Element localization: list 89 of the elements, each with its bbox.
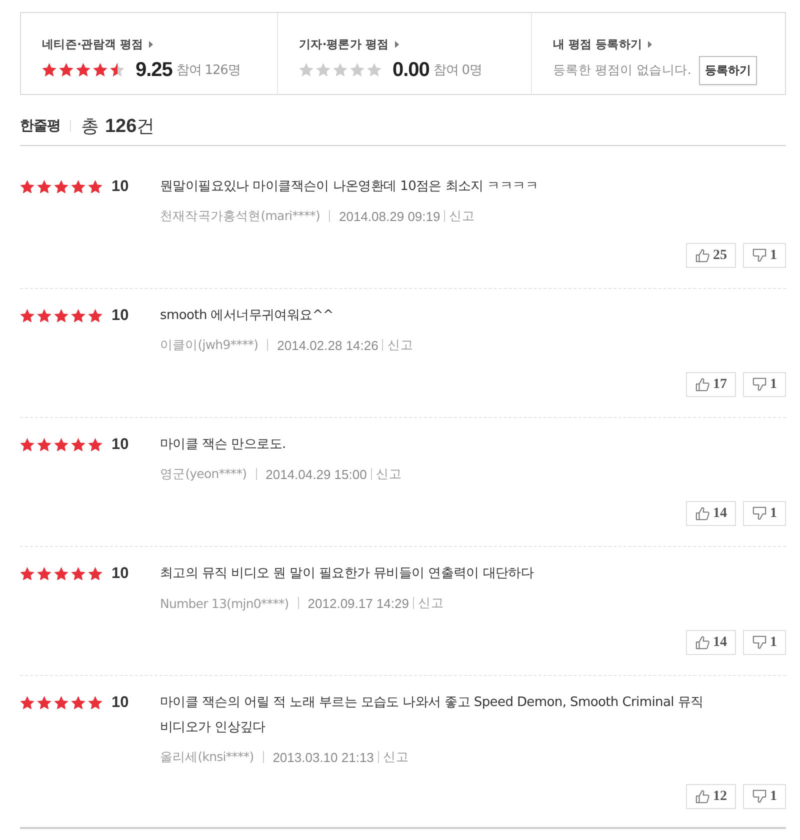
star-icon — [71, 308, 86, 322]
dislike-button[interactable]: 1 — [743, 243, 786, 268]
review-date: 2012.09.17 14:29 — [308, 596, 409, 610]
star-icon — [71, 438, 86, 452]
register-button[interactable]: 등록하기 — [699, 56, 758, 84]
star-icon — [54, 566, 68, 580]
star-icon — [316, 63, 330, 77]
thumbs-up-icon — [695, 789, 710, 804]
star-icon — [93, 63, 108, 77]
like-button[interactable]: 25 — [686, 243, 736, 268]
review-text: 마이클 잭슨 만으로도. — [160, 436, 287, 454]
star-icon — [110, 63, 124, 77]
review-date: 2013.03.10 21:13 — [272, 750, 374, 764]
dislike-button[interactable]: 1 — [743, 630, 786, 655]
thumbs-down-icon — [752, 789, 767, 804]
review-score: 10 — [112, 436, 129, 454]
star-icon — [88, 438, 102, 452]
author-name: 천재작곡가홍석현(mari****) — [160, 208, 320, 224]
star-icon — [20, 696, 34, 710]
author-name: 올리세(knsi****) — [160, 748, 254, 766]
review-date: 2014.04.29 15:00 — [266, 466, 367, 482]
caret-icon — [394, 41, 399, 48]
star-icon — [88, 308, 102, 322]
review-score: 10 — [112, 178, 129, 196]
register-rating-link[interactable]: 내 평점 등록하기 — [553, 37, 652, 52]
review-text: smooth 에서너무귀여워요^^ — [160, 307, 334, 325]
star-icon — [350, 63, 364, 77]
participant-count: 참여 0명 — [433, 62, 482, 79]
thumbs-down-icon — [752, 377, 767, 392]
star-icon — [37, 180, 52, 194]
review-date: 2014.08.29 09:19 — [339, 208, 440, 224]
thumbs-up-icon — [695, 377, 710, 392]
like-button[interactable]: 12 — [686, 784, 736, 809]
star-icon — [37, 696, 52, 710]
star-icon — [54, 180, 68, 194]
author-name: 이클이(jwh9****) — [160, 336, 258, 354]
dislike-button[interactable]: 1 — [743, 501, 786, 526]
star-icon — [88, 696, 102, 710]
star-icon — [76, 63, 90, 77]
review-score: 10 — [112, 694, 129, 712]
star-icon — [333, 63, 348, 77]
star-icon — [42, 63, 56, 77]
author-name: Number 13(mjn0****) — [160, 596, 289, 610]
review-text: 뭔말이필요있나 마이클잭슨이 나온영환데 10점은 최소지 ㅋㅋㅋㅋ — [160, 178, 540, 196]
star-icon — [54, 438, 68, 452]
rating-title-link[interactable]: 기자·평론가 평점 — [299, 37, 399, 52]
thumbs-down-icon — [752, 248, 767, 263]
star-icon — [20, 438, 34, 452]
like-button[interactable]: 14 — [686, 501, 736, 526]
star-icon — [37, 566, 52, 580]
dislike-button[interactable]: 1 — [743, 784, 786, 809]
average-score: 9.25 — [136, 58, 172, 82]
rating-title-link[interactable]: 네티즌·관람객 평점 — [42, 37, 154, 52]
like-button[interactable]: 14 — [686, 630, 736, 655]
participant-count: 참여 126명 — [176, 62, 240, 79]
no-rating-message: 등록한 평점이 없습니다. — [553, 62, 692, 78]
section-title: 한줄평 — [20, 117, 60, 135]
star-icon — [299, 63, 314, 77]
thumbs-down-icon — [752, 635, 767, 650]
star-icon — [37, 308, 52, 322]
thumbs-up-icon — [695, 635, 710, 650]
star-icon — [59, 63, 74, 77]
caret-icon — [149, 41, 154, 48]
star-icon — [54, 308, 68, 322]
star-icon — [367, 63, 382, 77]
star-icon — [20, 180, 34, 194]
review-text: 마이클 잭슨의 어릴 적 노래 부르는 모습도 나와서 좋고 Speed Demon, Smooth Criminal 뮤직 비디오가 인상깊다 — [160, 694, 704, 737]
dislike-button[interactable]: 1 — [743, 372, 786, 397]
star-icon — [88, 180, 102, 194]
review-score: 10 — [112, 306, 129, 324]
review-count: 총 126건 — [81, 115, 155, 138]
author-name: 영군(yeon****) — [160, 466, 247, 482]
star-icon — [71, 566, 86, 580]
star-icon — [20, 566, 34, 580]
average-score: 0.00 — [392, 58, 430, 82]
star-icon — [37, 438, 52, 452]
star-icon — [71, 696, 86, 710]
star-icon — [88, 566, 102, 580]
review-score: 10 — [112, 564, 129, 582]
star-icon — [54, 696, 68, 710]
review-date: 2014.02.28 14:26 — [277, 338, 378, 352]
star-icon — [20, 308, 34, 322]
thumbs-up-icon — [695, 506, 710, 521]
caret-icon — [648, 41, 652, 48]
star-icon — [71, 180, 86, 194]
thumbs-down-icon — [752, 506, 767, 521]
thumbs-up-icon — [695, 248, 710, 263]
like-button[interactable]: 17 — [686, 372, 736, 397]
review-text: 최고의 뮤직 비디오 뭔 말이 필요한가 뮤비들이 연출력이 대단하다 — [160, 565, 535, 583]
